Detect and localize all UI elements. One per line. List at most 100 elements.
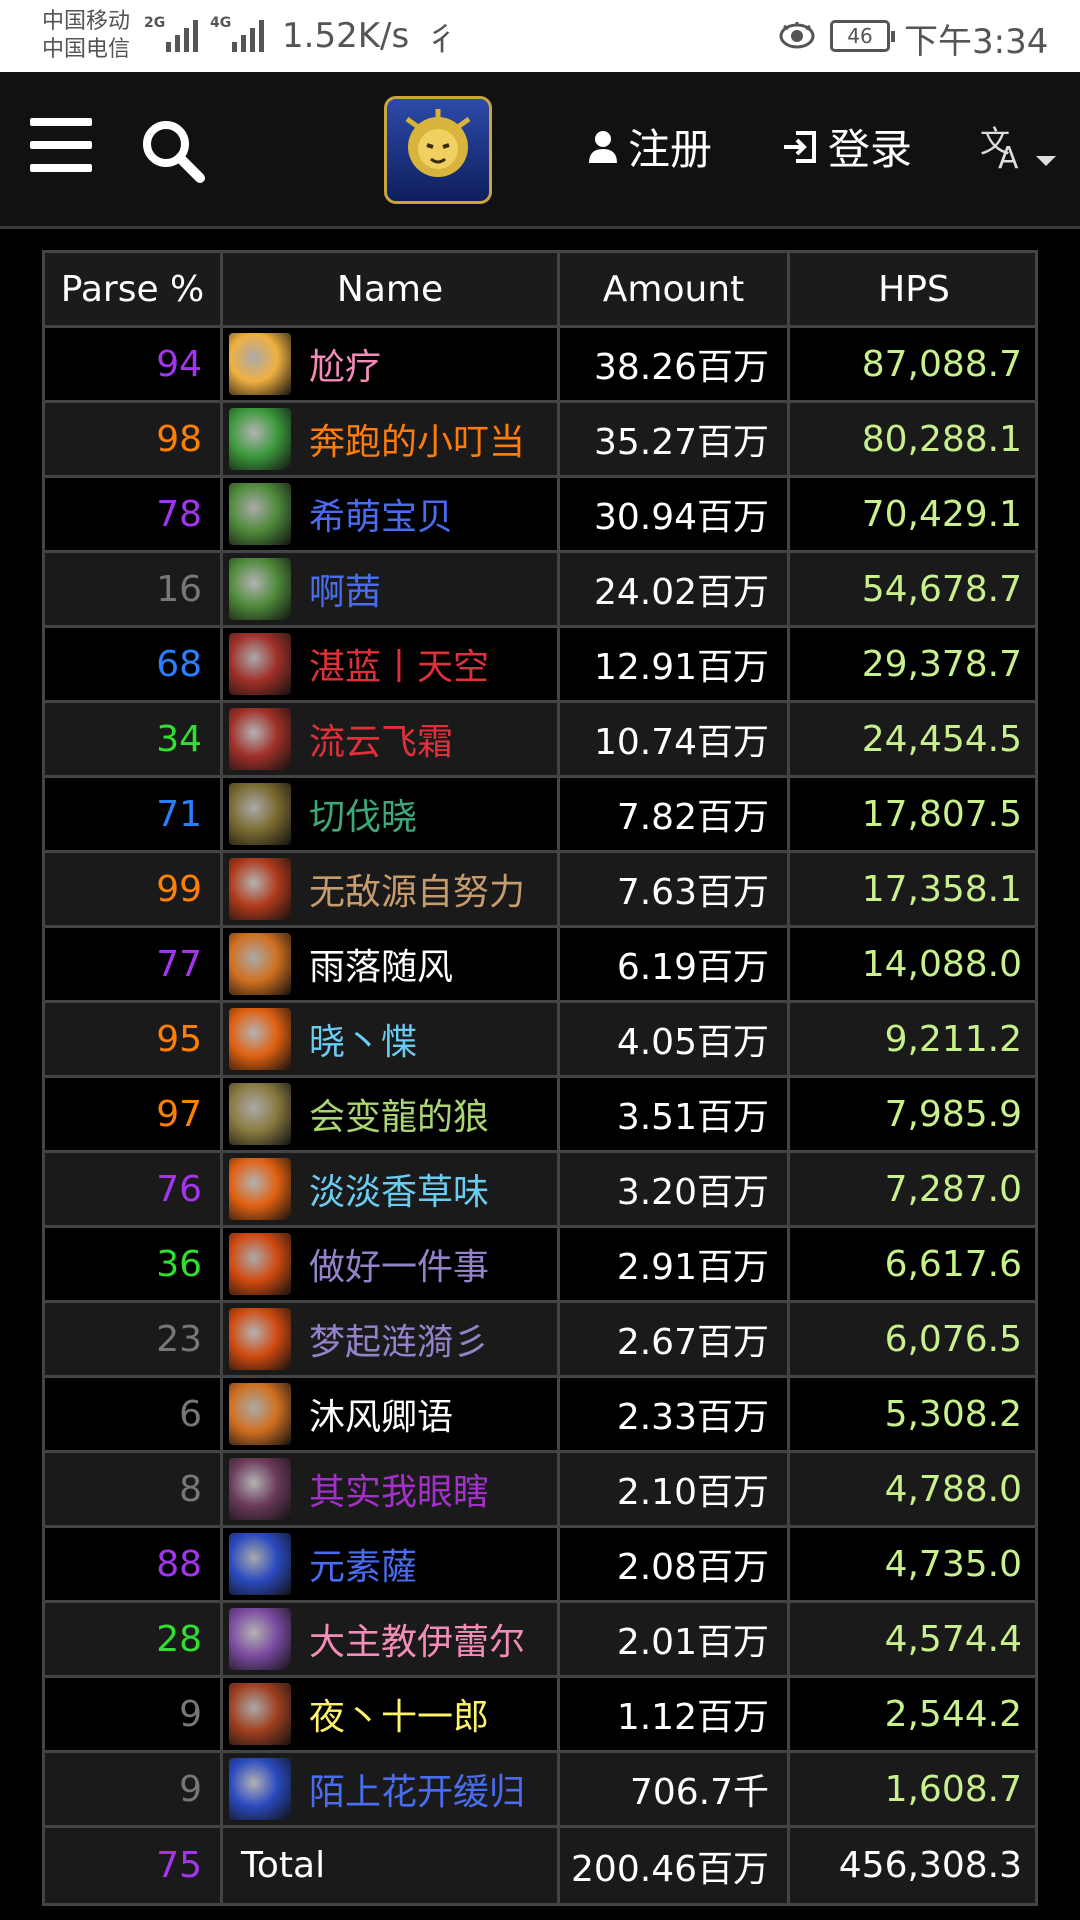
player-name[interactable]: 夜丶十一郎: [309, 1688, 489, 1740]
player-cell[interactable]: 其实我眼瞎: [223, 1453, 560, 1525]
table-row[interactable]: 36 做好一件事 2.91百万 6,617.6: [45, 1228, 1035, 1303]
player-name[interactable]: 切伐晓: [309, 788, 417, 840]
spec-icon: [229, 1683, 291, 1745]
clock: 下午3:34: [904, 22, 1049, 62]
player-name[interactable]: 奔跑的小叮当: [309, 413, 525, 465]
player-cell[interactable]: 尬疗: [223, 328, 560, 400]
svg-text:A: A: [998, 141, 1019, 176]
player-cell[interactable]: 湛蓝丨天空: [223, 628, 560, 700]
header-name[interactable]: Name: [223, 253, 560, 325]
spec-icon: [229, 1383, 291, 1445]
player-cell[interactable]: 流云飞霜: [223, 703, 560, 775]
hps: 2,544.2: [884, 1693, 1022, 1735]
table-row[interactable]: 23 梦起涟漪彡 2.67百万 6,076.5: [45, 1303, 1035, 1378]
table-row[interactable]: 34 流云飞霜 10.74百万 24,454.5: [45, 703, 1035, 778]
player-name[interactable]: 晓丶惵: [309, 1013, 417, 1065]
table-row[interactable]: 95 晓丶惵 4.05百万 9,211.2: [45, 1003, 1035, 1078]
table-row[interactable]: 8 其实我眼瞎 2.10百万 4,788.0: [45, 1453, 1035, 1528]
player-cell[interactable]: 沐风卿语: [223, 1378, 560, 1450]
login-link[interactable]: 登录: [782, 116, 912, 177]
player-name[interactable]: 元素薩: [309, 1538, 417, 1590]
player-name[interactable]: 湛蓝丨天空: [309, 638, 489, 690]
player-name[interactable]: 沐风卿语: [309, 1388, 453, 1440]
search-icon[interactable]: [138, 116, 208, 186]
player-cell[interactable]: 元素薩: [223, 1528, 560, 1600]
player-cell[interactable]: 奔跑的小叮当: [223, 403, 560, 475]
player-name[interactable]: 雨落随风: [309, 938, 453, 990]
table-row[interactable]: 97 会变龍的狼 3.51百万 7,985.9: [45, 1078, 1035, 1153]
hps: 9,211.2: [884, 1018, 1022, 1060]
spec-icon: [229, 1758, 291, 1820]
player-cell[interactable]: 晓丶惵: [223, 1003, 560, 1075]
parse-percent: 97: [45, 1078, 223, 1150]
table-row[interactable]: 77 雨落随风 6.19百万 14,088.0: [45, 928, 1035, 1003]
header-hps[interactable]: HPS: [790, 253, 1038, 325]
language-selector[interactable]: 文 A: [978, 118, 1068, 178]
table-row[interactable]: 76 淡淡香草味 3.20百万 7,287.0: [45, 1153, 1035, 1228]
top-nav: 注册 登录 文 A: [0, 72, 1080, 229]
parse-percent: 34: [45, 703, 223, 775]
parse-percent: 71: [45, 778, 223, 850]
player-name[interactable]: 尬疗: [309, 338, 381, 390]
network-speed: 1.52K/s: [282, 16, 410, 56]
player-cell[interactable]: 会变龍的狼: [223, 1078, 560, 1150]
player-cell[interactable]: 夜丶十一郎: [223, 1678, 560, 1750]
player-name[interactable]: 梦起涟漪彡: [309, 1313, 489, 1365]
table-row[interactable]: 98 奔跑的小叮当 35.27百万 80,288.1: [45, 403, 1035, 478]
table-row[interactable]: 78 希萌宝贝 30.94百万 70,429.1: [45, 478, 1035, 553]
player-cell[interactable]: 雨落随风: [223, 928, 560, 1000]
total-parse: 75: [45, 1828, 223, 1903]
table-row[interactable]: 6 沐风卿语 2.33百万 5,308.2: [45, 1378, 1035, 1453]
player-cell[interactable]: 希萌宝贝: [223, 478, 560, 550]
header-amount[interactable]: Amount: [560, 253, 790, 325]
amount: 7.82百万: [560, 778, 790, 850]
register-link[interactable]: 注册: [588, 116, 712, 177]
hps: 4,735.0: [884, 1543, 1022, 1585]
player-cell[interactable]: 淡淡香草味: [223, 1153, 560, 1225]
player-name[interactable]: 陌上花开缓归: [309, 1763, 525, 1815]
table-row[interactable]: 16 啊茜 24.02百万 54,678.7: [45, 553, 1035, 628]
player-cell[interactable]: 无敌源自努力: [223, 853, 560, 925]
hps: 24,454.5: [861, 718, 1022, 760]
player-cell[interactable]: 大主教伊蕾尔: [223, 1603, 560, 1675]
player-name[interactable]: 大主教伊蕾尔: [309, 1613, 525, 1665]
parse-percent: 95: [45, 1003, 223, 1075]
amount: 30.94百万: [560, 478, 790, 550]
table-row[interactable]: 9 陌上花开缓归 706.7千 1,608.7: [45, 1753, 1035, 1828]
table-row[interactable]: 71 切伐晓 7.82百万 17,807.5: [45, 778, 1035, 853]
table-row[interactable]: 99 无敌源自努力 7.63百万 17,358.1: [45, 853, 1035, 928]
amount: 6.19百万: [560, 928, 790, 1000]
player-cell[interactable]: 啊茜: [223, 553, 560, 625]
player-cell[interactable]: 切伐晓: [223, 778, 560, 850]
player-cell[interactable]: 梦起涟漪彡: [223, 1303, 560, 1375]
spec-icon: [229, 858, 291, 920]
player-name[interactable]: 啊茜: [309, 563, 381, 615]
carrier-2: 中国电信: [42, 37, 131, 62]
player-name[interactable]: 希萌宝贝: [309, 488, 453, 540]
header-parse[interactable]: Parse %: [45, 253, 223, 325]
menu-icon[interactable]: [30, 118, 92, 172]
player-name[interactable]: 其实我眼瞎: [309, 1463, 489, 1515]
player-name[interactable]: 淡淡香草味: [309, 1163, 489, 1215]
total-amount: 200.46百万: [560, 1828, 790, 1903]
player-cell[interactable]: 做好一件事: [223, 1228, 560, 1300]
amount: 2.33百万: [560, 1378, 790, 1450]
amount: 2.08百万: [560, 1528, 790, 1600]
amount: 1.12百万: [560, 1678, 790, 1750]
table-row[interactable]: 9 夜丶十一郎 1.12百万 2,544.2: [45, 1678, 1035, 1753]
table-row[interactable]: 88 元素薩 2.08百万 4,735.0: [45, 1528, 1035, 1603]
player-name[interactable]: 流云飞霜: [309, 713, 453, 765]
parse-percent: 8: [45, 1453, 223, 1525]
alliance-logo[interactable]: [384, 96, 492, 204]
hps: 17,807.5: [861, 793, 1022, 835]
spec-icon: [229, 1308, 291, 1370]
amount: 24.02百万: [560, 553, 790, 625]
player-name[interactable]: 做好一件事: [309, 1238, 489, 1290]
table-row[interactable]: 94 尬疗 38.26百万 87,088.7: [45, 328, 1035, 403]
parse-percent: 23: [45, 1303, 223, 1375]
table-row[interactable]: 28 大主教伊蕾尔 2.01百万 4,574.4: [45, 1603, 1035, 1678]
player-name[interactable]: 会变龍的狼: [309, 1088, 489, 1140]
player-cell[interactable]: 陌上花开缓归: [223, 1753, 560, 1825]
player-name[interactable]: 无敌源自努力: [309, 863, 525, 915]
table-row[interactable]: 68 湛蓝丨天空 12.91百万 29,378.7: [45, 628, 1035, 703]
